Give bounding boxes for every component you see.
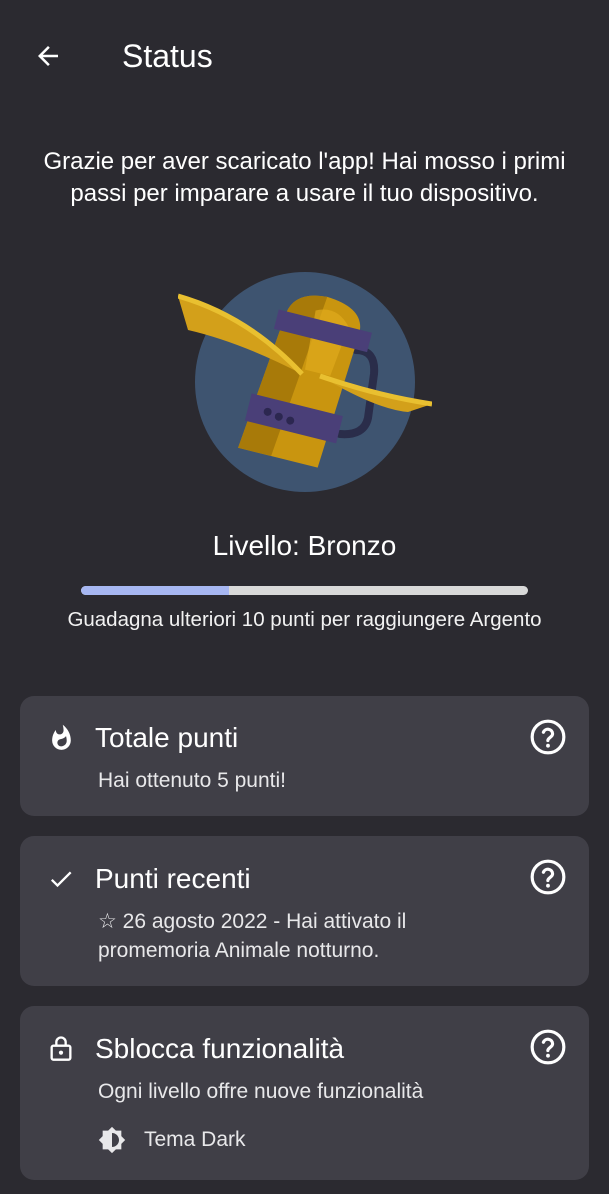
- progress-hint: Guadagna ulteriori 10 punti per raggiung…: [67, 608, 542, 631]
- help-icon: [530, 859, 566, 895]
- back-button[interactable]: [26, 34, 70, 78]
- intro-text: Grazie per aver scaricato l'app! Hai mos…: [43, 148, 566, 207]
- recent-points-card: Punti recenti ☆ 26 agosto 2022 - Hai att…: [20, 836, 589, 986]
- recent-points-title: Punti recenti: [95, 863, 251, 894]
- unlock-features-card: Sblocca funzionalità Ogni livello offre …: [20, 1006, 589, 1180]
- page-title: Status: [122, 38, 213, 74]
- top-app-bar: Status: [0, 0, 609, 112]
- feature-dark-theme: Tema Dark: [98, 1126, 246, 1154]
- check-icon: [46, 864, 76, 894]
- total-points-text: Hai ottenuto 5 punti!: [98, 769, 286, 792]
- total-points-title: Totale punti: [95, 722, 239, 753]
- flame-icon: [46, 722, 76, 752]
- help-button[interactable]: [529, 858, 567, 896]
- level-progress-bar: [81, 586, 528, 595]
- lock-icon: [46, 1033, 76, 1063]
- recent-points-text: ☆ 26 agosto 2022 - Hai attivato il prome…: [98, 910, 407, 962]
- unlock-features-title: Sblocca funzionalità: [95, 1033, 345, 1064]
- help-icon: [530, 1029, 566, 1065]
- bronze-badge-icon: [177, 270, 433, 498]
- help-button[interactable]: [529, 718, 567, 756]
- help-icon: [530, 719, 566, 755]
- brightness-icon: [98, 1126, 126, 1154]
- feature-label: Tema Dark: [144, 1128, 246, 1151]
- level-label: Livello: Bronzo: [212, 530, 397, 561]
- unlock-features-text: Ogni livello offre nuove funzionalità: [98, 1080, 424, 1103]
- help-button[interactable]: [529, 1028, 567, 1066]
- level-progress-fill: [81, 586, 229, 595]
- arrow-left-icon: [38, 46, 58, 66]
- total-points-card: Totale punti Hai ottenuto 5 punti!: [20, 696, 589, 816]
